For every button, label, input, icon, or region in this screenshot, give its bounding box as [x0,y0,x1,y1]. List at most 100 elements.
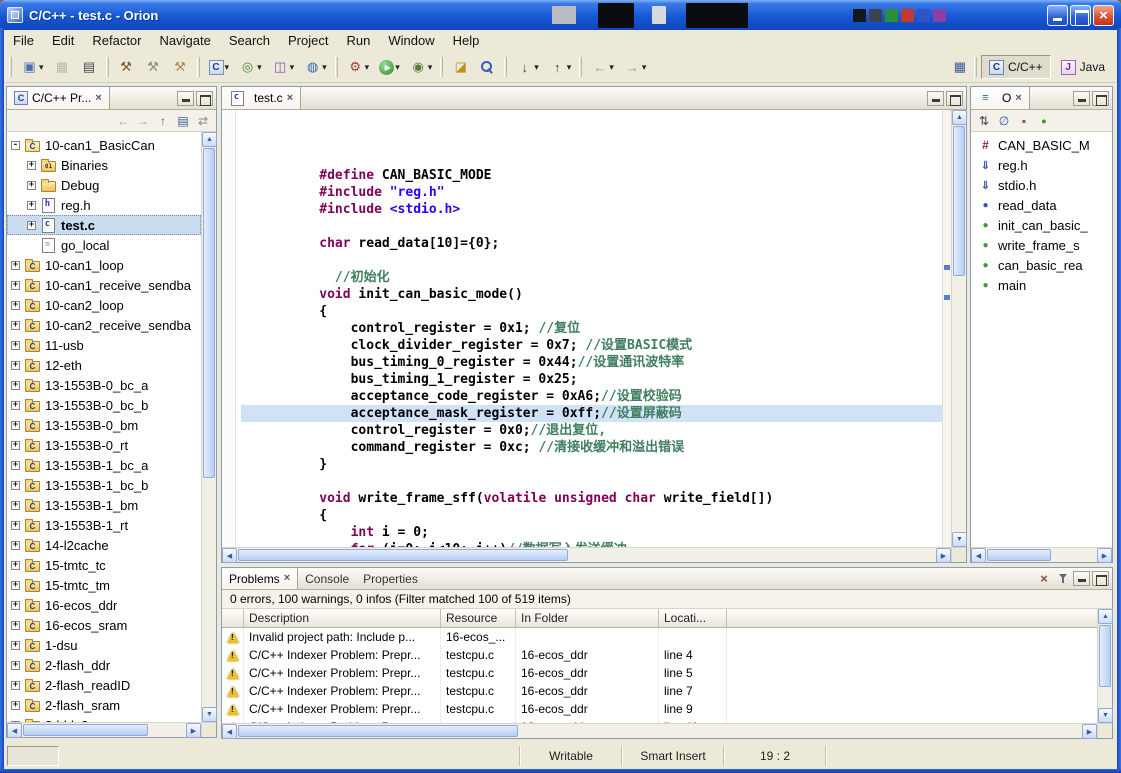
tab-outline[interactable]: O × [971,87,1030,109]
scroll-left-icon[interactable]: ◀ [222,548,237,563]
delete-icon[interactable] [1036,571,1052,587]
tree-item[interactable]: + 13-1553B-0_rt [7,435,201,455]
tree-item[interactable]: + 15-tmtc_tc [7,555,201,575]
build-all-button[interactable] [114,55,139,79]
outline-item[interactable]: write_frame_s [971,235,1112,255]
expander-icon[interactable]: + [11,561,20,570]
minimize-view-button[interactable] [1073,91,1090,106]
expander-icon[interactable]: + [27,221,36,230]
tree-item[interactable]: + reg.h [7,195,201,215]
problem-row[interactable]: C/C++ Indexer Problem: Prepr... testcpu.… [222,700,1097,718]
toolbar-grip[interactable] [106,57,109,77]
open-element-button[interactable] [448,55,473,79]
scroll-down-icon[interactable]: ▼ [202,707,217,722]
scroll-up-icon[interactable]: ▲ [202,132,217,147]
title-bar[interactable]: C/C++ - test.c - Orion [0,0,1121,30]
perspective-cpp-button[interactable]: C C/C++ [981,55,1051,79]
editor-vertical-scrollbar[interactable]: ▲ ▼ [951,110,966,547]
forward-icon[interactable] [134,112,152,130]
expander-icon[interactable]: + [11,601,20,610]
expander-icon[interactable]: - [11,141,20,150]
expander-icon[interactable]: + [11,661,20,670]
toolbar-grip[interactable] [335,57,338,77]
maximize-view-button[interactable] [1092,571,1109,586]
tree-item[interactable]: + 16-ecos_ddr [7,595,201,615]
back-icon[interactable] [114,112,132,130]
expander-icon[interactable]: + [11,281,20,290]
tree-item[interactable]: + 16-ecos_sram [7,615,201,635]
tree-item[interactable]: + 1-dsu [7,635,201,655]
hide-fields-icon[interactable] [995,112,1013,130]
column-header-description[interactable]: Description [244,609,441,627]
scrollbar-thumb[interactable] [238,549,568,561]
tree-item[interactable]: + 15-tmtc_tm [7,575,201,595]
save-button[interactable] [50,55,75,79]
scroll-right-icon[interactable]: ▶ [936,548,951,563]
dropdown-arrow-icon[interactable] [395,62,400,73]
dropdown-arrow-icon[interactable] [609,62,614,73]
scrollbar-thumb[interactable] [203,148,215,478]
scrollbar-thumb[interactable] [953,126,965,276]
scroll-down-icon[interactable]: ▼ [952,532,967,547]
close-view-icon[interactable]: × [1015,93,1021,104]
minimize-view-button[interactable] [177,91,194,106]
expander-icon[interactable]: + [11,421,20,430]
filter-icon[interactable] [1055,571,1071,587]
rebuild-index-button[interactable] [268,55,299,79]
problems-horizontal-scrollbar[interactable]: ◀ ▶ [222,723,1097,738]
external-tools-button[interactable] [343,55,374,79]
code-area[interactable]: #define CAN_BASIC_MODE #include "reg.h" … [237,110,942,547]
menu-file[interactable]: File [4,30,43,52]
tree-item[interactable]: + 2-flash_sram [7,695,201,715]
menu-search[interactable]: Search [220,30,279,52]
open-perspective-button[interactable] [949,56,971,78]
expander-icon[interactable]: + [11,321,20,330]
close-view-icon[interactable]: × [95,93,101,104]
dropdown-arrow-icon[interactable] [567,62,572,73]
tree-item[interactable]: - 10-can1_BasicCan [7,135,201,155]
dropdown-arrow-icon[interactable] [290,62,295,73]
expander-icon[interactable]: + [11,401,20,410]
dropdown-arrow-icon[interactable] [39,62,44,73]
close-tab-icon[interactable]: × [284,573,290,584]
tree-item[interactable]: + 13-1553B-1_bm [7,495,201,515]
tree-item[interactable]: + 2-ldd_2 [7,715,201,722]
tree-item[interactable]: + 10-can1_loop [7,255,201,275]
dropdown-arrow-icon[interactable] [428,62,433,73]
tree-item[interactable]: + 14-l2cache [7,535,201,555]
maximize-editor-button[interactable] [946,91,963,106]
up-icon[interactable] [154,112,172,130]
menu-navigate[interactable]: Navigate [151,30,220,52]
tab-console[interactable]: Console × [298,568,356,589]
debug-button[interactable] [406,55,437,79]
scroll-up-icon[interactable]: ▲ [952,110,967,125]
new-c-project-button[interactable] [205,55,234,79]
toolbar-grip[interactable] [197,57,200,77]
scrollbar-thumb[interactable] [23,724,148,736]
tab-properties[interactable]: Properties × [356,568,425,589]
forward-button[interactable] [620,55,651,79]
tab-problems[interactable]: Problems × [222,568,298,589]
previous-annotation-button[interactable] [545,55,576,79]
hide-static-icon[interactable] [1015,112,1033,130]
hide-nonpublic-icon[interactable] [1035,112,1053,130]
expander-icon[interactable]: + [11,581,20,590]
expander-icon[interactable]: + [27,201,36,210]
outline-item[interactable]: main [971,275,1112,295]
dropdown-arrow-icon[interactable] [322,62,327,73]
expander-icon[interactable]: + [27,181,36,190]
build-project-button[interactable] [141,55,166,79]
scroll-left-icon[interactable]: ◀ [7,723,22,738]
close-tab-icon[interactable]: × [287,93,293,104]
tab-test-c[interactable]: test.c × [222,87,301,109]
project-tree-vertical-scrollbar[interactable]: ▲ ▼ [201,132,216,722]
maximize-view-button[interactable] [196,91,213,106]
menu-project[interactable]: Project [279,30,337,52]
tree-item[interactable]: + test.c [7,215,201,235]
outline-item[interactable]: stdio.h [971,175,1112,195]
tree-item[interactable]: + 2-flash_ddr [7,655,201,675]
expander-icon[interactable]: + [11,461,20,470]
tree-item[interactable]: + Binaries [7,155,201,175]
expander-icon[interactable]: + [11,621,20,630]
expander-icon[interactable]: + [11,521,20,530]
